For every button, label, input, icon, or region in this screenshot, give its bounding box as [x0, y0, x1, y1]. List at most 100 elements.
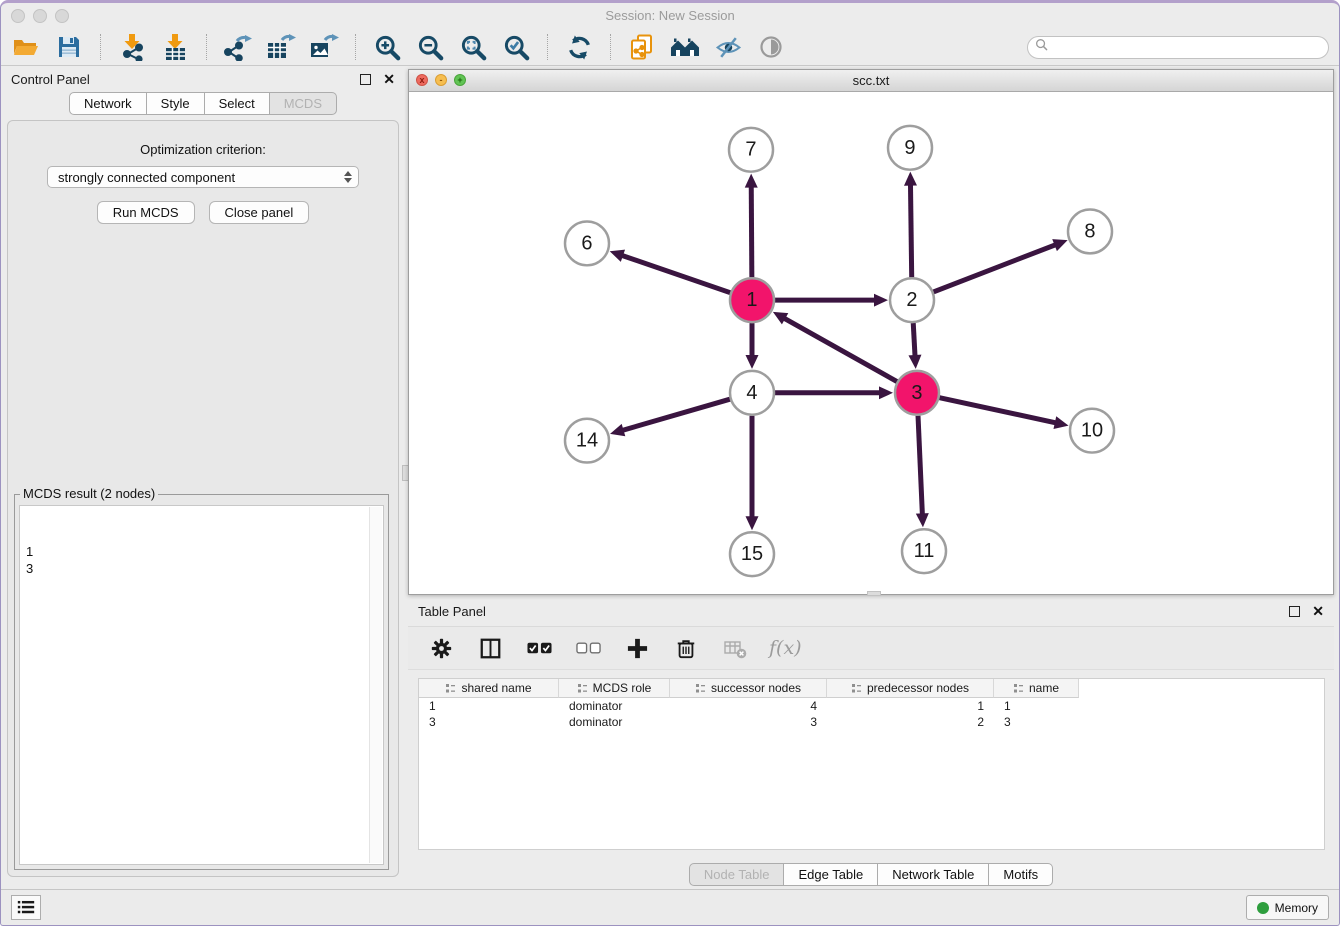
search-input[interactable] — [1052, 39, 1321, 55]
mcds-result-text: 1 3 — [26, 544, 33, 576]
zoom-selected-icon[interactable] — [501, 32, 531, 62]
graph-edge-arrowhead — [610, 424, 625, 436]
column-header-mcds-role[interactable]: MCDS role — [559, 679, 670, 698]
import-table-icon[interactable] — [160, 32, 190, 62]
tab-mcds[interactable]: MCDS — [270, 92, 337, 115]
open-session-icon[interactable] — [11, 32, 41, 62]
cell-successor-nodes: 4 — [670, 699, 827, 713]
graph-edge-2-9[interactable] — [910, 184, 911, 278]
sort-icon — [695, 683, 706, 694]
export-image-icon[interactable] — [309, 32, 339, 62]
cell-mcds-role: dominator — [559, 715, 670, 729]
toolbar-separator — [100, 34, 101, 60]
clone-network-icon[interactable] — [627, 32, 657, 62]
column-header-shared-name[interactable]: shared name — [419, 679, 559, 698]
bullet-list-icon — [17, 900, 35, 915]
close-panel-button[interactable]: Close panel — [209, 201, 310, 224]
settings-gear-icon[interactable] — [426, 633, 456, 663]
zoom-fit-icon[interactable] — [458, 32, 488, 62]
tab-network[interactable]: Network — [69, 92, 147, 115]
horizontal-splitter-grip[interactable] — [867, 591, 881, 596]
graph-edge-3-10[interactable] — [939, 398, 1056, 423]
tab-node-table[interactable]: Node Table — [689, 863, 785, 886]
column-header-name[interactable]: name — [994, 679, 1079, 698]
task-history-button[interactable] — [11, 895, 41, 920]
criterion-value: strongly connected component — [58, 170, 344, 185]
graph-node-label: 6 — [581, 232, 592, 254]
hide-selected-icon[interactable] — [713, 32, 743, 62]
import-network-icon[interactable] — [117, 32, 147, 62]
close-panel-icon[interactable]: ✕ — [383, 72, 395, 86]
cell-successor-nodes: 3 — [670, 715, 827, 729]
column-header-predecessor-nodes[interactable]: predecessor nodes — [827, 679, 994, 698]
refresh-icon[interactable] — [564, 32, 594, 62]
function-builder-icon: f(x) — [769, 637, 802, 659]
tab-style[interactable]: Style — [147, 92, 205, 115]
graph-edge-arrowhead — [908, 355, 921, 369]
float-panel-icon[interactable] — [360, 74, 371, 85]
delete-table-icon — [720, 633, 750, 663]
graph-edge-2-3[interactable] — [913, 323, 915, 357]
show-all-icon[interactable] — [756, 32, 786, 62]
float-table-panel-icon[interactable] — [1289, 606, 1300, 617]
show-columns-icon[interactable] — [475, 633, 505, 663]
zoom-in-icon[interactable] — [372, 32, 402, 62]
graph-edge-arrowhead — [1053, 416, 1068, 429]
export-table-icon[interactable] — [266, 32, 296, 62]
graph-edge-arrowhead — [904, 172, 917, 186]
tab-select[interactable]: Select — [205, 92, 270, 115]
tab-edge-table[interactable]: Edge Table — [784, 863, 878, 886]
column-header-successor-nodes[interactable]: successor nodes — [670, 679, 827, 698]
table-header-row: shared nameMCDS rolesuccessor nodesprede… — [419, 679, 1324, 698]
graph-edge-3-1[interactable] — [783, 318, 897, 382]
save-session-icon[interactable] — [54, 32, 84, 62]
graph-node-label: 7 — [745, 139, 756, 161]
memory-button[interactable]: Memory — [1246, 895, 1329, 920]
graph-node-label: 11 — [914, 540, 935, 562]
mcds-panel: Optimization criterion: strongly connect… — [7, 120, 399, 877]
network-window-titlebar[interactable]: x - + scc.txt — [409, 70, 1333, 92]
graph-edge-arrowhead — [916, 513, 929, 527]
sort-icon — [851, 683, 862, 694]
mcds-result-title: MCDS result (2 nodes) — [20, 486, 158, 501]
cell-shared-name: 1 — [419, 699, 559, 713]
network-minimize-icon[interactable]: - — [435, 74, 447, 86]
network-close-icon[interactable]: x — [416, 74, 428, 86]
run-mcds-button[interactable]: Run MCDS — [97, 201, 195, 224]
search-field[interactable] — [1027, 36, 1329, 59]
delete-column-icon[interactable] — [671, 633, 701, 663]
network-canvas[interactable]: 1234678910111415 — [409, 92, 1333, 594]
node-table: shared nameMCDS rolesuccessor nodesprede… — [418, 678, 1325, 850]
deselect-all-checks-icon[interactable] — [573, 633, 603, 663]
graph-edge-3-11[interactable] — [918, 416, 922, 516]
memory-status-dot — [1257, 902, 1269, 914]
add-column-icon[interactable] — [622, 633, 652, 663]
graph-edge-4-14[interactable] — [622, 399, 730, 430]
criterion-select[interactable]: strongly connected component — [47, 166, 359, 188]
first-neighbors-icon[interactable] — [670, 32, 700, 62]
table-row[interactable]: 1dominator411 — [419, 698, 1324, 714]
zoom-out-icon[interactable] — [415, 32, 445, 62]
memory-label: Memory — [1275, 901, 1318, 915]
graph-edge-1-7[interactable] — [751, 186, 752, 278]
tab-network-table[interactable]: Network Table — [878, 863, 989, 886]
graph-edge-arrowhead — [879, 386, 893, 399]
graph-edge-2-8[interactable] — [933, 244, 1056, 291]
result-scrollbar[interactable] — [369, 507, 382, 863]
tab-motifs[interactable]: Motifs — [989, 863, 1053, 886]
close-table-panel-icon[interactable]: ✕ — [1312, 604, 1324, 618]
network-zoom-icon[interactable]: + — [454, 74, 466, 86]
cell-predecessor-nodes: 2 — [827, 715, 994, 729]
mcds-result-list[interactable]: 1 3 — [19, 505, 384, 865]
cell-shared-name: 3 — [419, 715, 559, 729]
graph-edge-1-6[interactable] — [621, 255, 730, 293]
select-stepper-icon — [344, 171, 354, 183]
graph-edge-arrowhead — [610, 250, 625, 262]
select-all-checks-icon[interactable] — [524, 633, 554, 663]
app-window: Session: New Session — [0, 0, 1340, 926]
sort-icon — [445, 683, 456, 694]
export-network-icon[interactable] — [223, 32, 253, 62]
cell-predecessor-nodes: 1 — [827, 699, 994, 713]
cell-name: 3 — [994, 715, 1079, 729]
table-row[interactable]: 3dominator323 — [419, 714, 1324, 730]
